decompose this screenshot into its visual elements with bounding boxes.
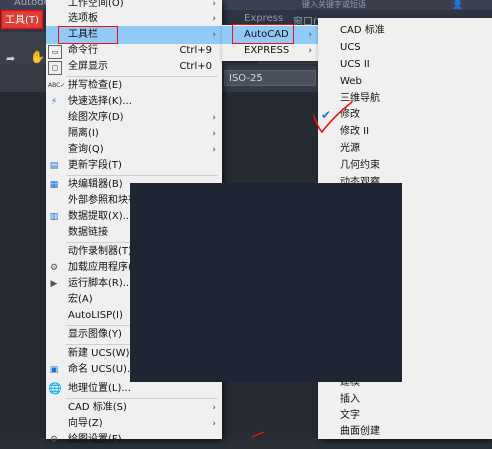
dim-style-combo[interactable]: ISO-25 (224, 70, 316, 86)
annotation-box-tools (1, 10, 43, 29)
menu-item-fullscreen[interactable]: ▢ 全屏显示 Ctrl+0 (46, 58, 222, 76)
menu-item-label: 显示图像(Y) (68, 329, 122, 340)
menu-item-label: 几何约束 (340, 160, 380, 171)
spell-check-icon: ABC✓ (48, 82, 66, 89)
toolbar-item-geometric-constraint[interactable]: 几何约束 (318, 157, 492, 175)
menu-express[interactable]: Express (244, 13, 283, 24)
annotation-box-toolbars (58, 26, 118, 44)
menu-item-label: 光源 (340, 143, 360, 154)
toolbar-item-surface-creation[interactable]: 曲面创建 (318, 423, 492, 441)
annotation-box-autocad (232, 24, 294, 44)
fullscreen-icon: ▢ (48, 61, 62, 75)
annotation-stroke (251, 431, 265, 438)
chevron-right-icon: › (308, 46, 312, 56)
update-field-icon: ▤ (49, 161, 59, 171)
toolbar-item-ucs[interactable]: UCS (318, 39, 492, 57)
annotation-checkmark (313, 101, 353, 134)
quick-select-icon: ⚡ (50, 97, 58, 107)
menu-item-label: 更新字段(T) (68, 160, 122, 171)
redo-arrow-icon[interactable]: ➦ (6, 52, 15, 65)
user-icon[interactable]: 👤 (452, 0, 463, 10)
search-input[interactable]: 键入关键字或短语 (296, 0, 452, 10)
menu-item-label: 全屏显示 (68, 61, 108, 72)
menu-item-label: CAD 标准 (340, 25, 385, 36)
menu-item-label: 地理位置(L)... (68, 383, 131, 394)
load-app-icon: ⚙ (49, 263, 59, 273)
menu-item-label: 曲面创建 (340, 426, 380, 437)
toolbar-item-ucs-ii[interactable]: UCS II (318, 56, 492, 74)
menu-item-update-fields[interactable]: ▤ 更新字段(T) (46, 157, 222, 175)
menu-item-geolocation[interactable]: 🌐 地理位置(L)... (46, 380, 222, 398)
toolbar-item-lights[interactable]: 光源 (318, 140, 492, 158)
menu-item-label: 绘图设置(F) (68, 434, 122, 445)
data-extract-icon: ▥ (49, 212, 59, 222)
toolbar-item-web[interactable]: Web (318, 73, 492, 91)
pan-hand-icon[interactable]: ✋ (30, 50, 45, 64)
block-editor-icon: ▦ (49, 180, 59, 190)
menu-item-label: EXPRESS (244, 45, 290, 56)
geolocation-icon: 🌐 (48, 382, 62, 395)
occluding-block (130, 183, 402, 382)
menu-item-label: Web (340, 76, 362, 87)
toolbar-item-cad-standards[interactable]: CAD 标准 (318, 22, 492, 40)
named-ucs-icon: ▣ (49, 365, 59, 375)
shortcut-label: Ctrl+0 (179, 61, 212, 72)
menu-item-label: 数据链接 (68, 227, 108, 238)
menu-item-label: 命名 UCS(U)... (68, 364, 137, 375)
run-script-icon: ▶ (50, 279, 58, 289)
menu-item-label: UCS (340, 42, 361, 53)
submenu-item-express[interactable]: EXPRESS › (222, 42, 318, 60)
menu-item-drafting-settings[interactable]: ⚙ 绘图设置(F) (46, 431, 222, 449)
menu-item-label: AutoLISP(I) (68, 310, 123, 321)
drawing-settings-icon: ⚙ (49, 435, 59, 445)
menu-item-label: UCS II (340, 59, 370, 70)
command-line-icon: ▭ (48, 45, 62, 59)
